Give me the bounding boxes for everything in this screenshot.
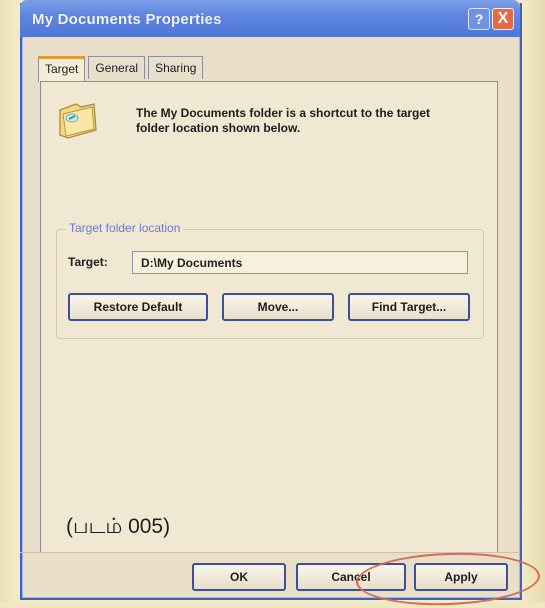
tab-general[interactable]: General — [88, 56, 146, 79]
description-text: The My Documents folder is a shortcut to… — [136, 106, 431, 135]
restore-default-button[interactable]: Restore Default — [68, 293, 208, 321]
target-folder-group — [56, 229, 484, 339]
find-target-button[interactable]: Find Target... — [348, 293, 470, 321]
close-button[interactable]: X — [492, 8, 514, 30]
target-label: Target: — [68, 255, 108, 269]
tab-strip: Target General Sharing — [38, 56, 204, 82]
tab-target[interactable]: Target — [38, 56, 86, 82]
target-input[interactable]: D:\My Documents — [132, 251, 468, 274]
tab-sharing[interactable]: Sharing — [148, 56, 204, 79]
ok-button[interactable]: OK — [192, 563, 286, 591]
move-button[interactable]: Move... — [222, 293, 334, 321]
image-caption-watermark: (படம் 005) — [66, 515, 171, 538]
target-group-title: Target folder location — [66, 221, 184, 235]
window-title: My Documents Properties — [32, 11, 222, 28]
help-button[interactable]: ? — [468, 8, 490, 30]
title-bar[interactable]: My Documents Properties ? X — [20, 0, 520, 37]
folder-shortcut-icon — [59, 103, 97, 139]
